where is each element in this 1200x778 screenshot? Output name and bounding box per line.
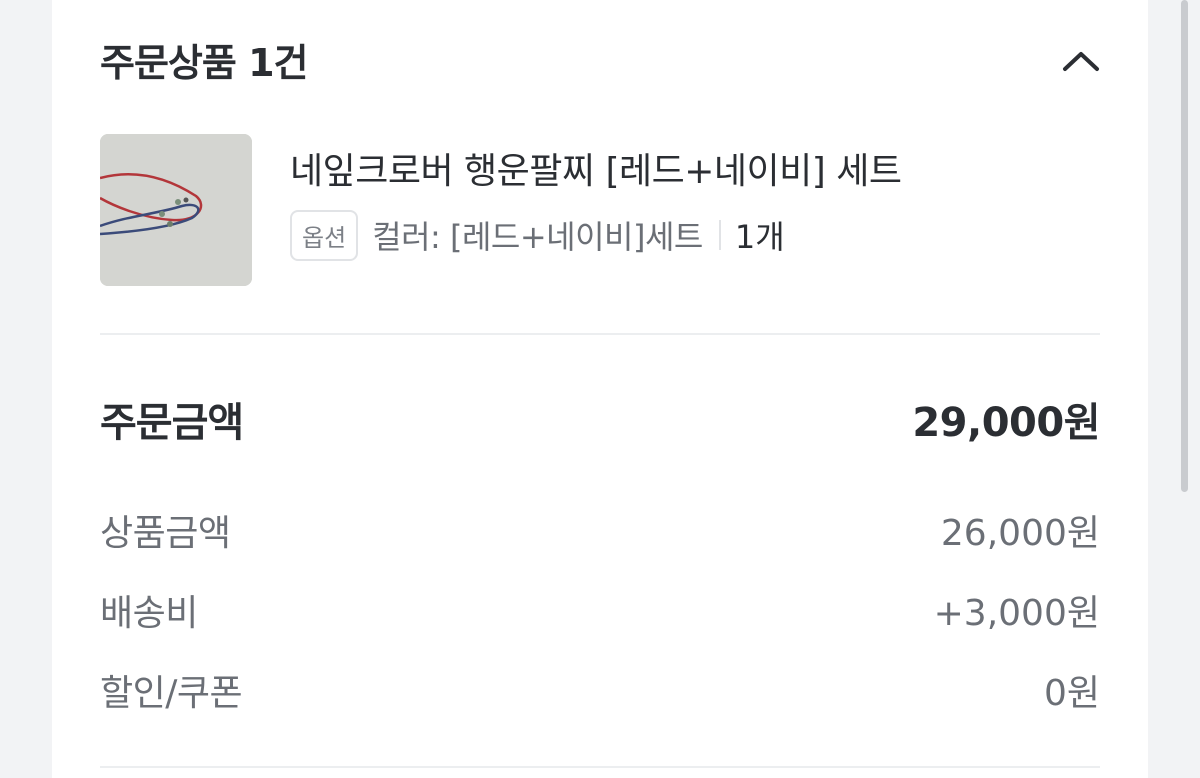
total-value: 29,000원 [912,400,1100,446]
divider [100,766,1100,768]
scrollbar[interactable] [1181,0,1188,492]
product-amount-value: 26,000원 [940,513,1100,554]
divider [100,333,1100,335]
product-amount-label: 상품금액 [100,513,231,554]
chevron-up-icon[interactable] [1060,40,1102,82]
product-thumbnail[interactable] [100,134,252,286]
quantity-label: 1개 [734,218,785,256]
option-text: 컬러: [레드+네이비]세트 [372,218,703,256]
order-summary-card: 주문상품 1건 네잎크로버 행운팔찌 [레드+네이비] 세트 옵션 컬러: [레… [52,0,1148,778]
shipping-fee-label: 배송비 [100,593,198,634]
option-badge: 옵션 [290,209,359,261]
total-label: 주문금액 [100,400,244,446]
product-name[interactable]: 네잎크로버 행운팔찌 [레드+네이비] 세트 [290,142,902,194]
product-option-row: 옵션 컬러: [레드+네이비]세트 1개 [290,206,785,264]
discount-coupon-label: 할인/쿠폰 [100,673,243,714]
option-divider [718,220,721,250]
discount-coupon-value: 0원 [1043,673,1100,714]
shipping-fee-value: +3,000원 [933,593,1100,634]
order-items-title: 주문상품 1건 [100,41,308,85]
